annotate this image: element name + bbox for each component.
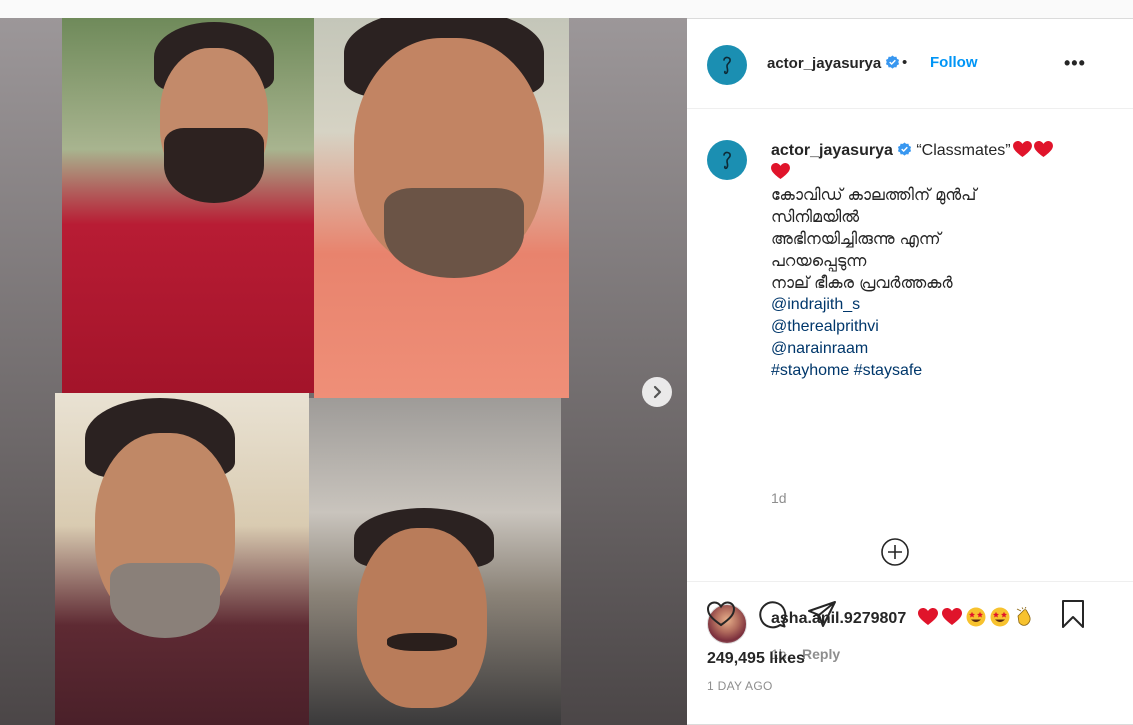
next-image-button[interactable] (642, 377, 672, 407)
caption-line: കോവിഡ് കാലത്തിന് മുൻപ് (771, 185, 977, 204)
video-call-tile-4 (309, 398, 561, 725)
profile-logo-icon (723, 56, 731, 75)
comments-section: actor_jayasurya “Classmates” കോവിഡ് കാലത… (687, 110, 1133, 662)
comment-icon[interactable] (756, 598, 788, 630)
profile-avatar[interactable] (707, 45, 747, 85)
red-heart-icon (771, 163, 790, 180)
likes-count[interactable]: 249,495 likes (707, 650, 805, 668)
caption-line: അഭിനയിച്ചിരുന്നു എന്ന് (771, 229, 941, 248)
post-side-panel: actor_jayasurya • Follow ••• actor_jayas… (687, 18, 1133, 725)
chevron-right-icon (653, 385, 662, 399)
video-call-tile-2 (314, 18, 569, 398)
video-call-tile-3 (55, 393, 309, 725)
post-author-username[interactable]: actor_jayasurya (767, 55, 900, 72)
post-header: actor_jayasurya • Follow ••• (687, 19, 1133, 109)
load-more-comments-icon[interactable] (880, 537, 910, 567)
caption-line: നാല് ഭീകര പ്രവർത്തകർ (771, 273, 953, 292)
mention-link[interactable]: @therealprithvi (771, 316, 1071, 338)
separator-dot: • (902, 54, 908, 71)
post-actions: 249,495 likes 1 DAY AGO (687, 581, 1133, 725)
caption-line: പറയപ്പെടുന്ന (771, 251, 867, 270)
share-icon[interactable] (806, 598, 838, 630)
username-text[interactable]: actor_jayasurya (767, 55, 881, 72)
mention-link[interactable]: @indrajith_s (771, 294, 1071, 316)
more-options-button[interactable]: ••• (1064, 53, 1086, 74)
post-media[interactable] (0, 18, 687, 725)
verified-badge-icon (886, 55, 900, 69)
profile-logo-icon (723, 151, 731, 170)
caption-timestamp[interactable]: 1d (771, 490, 787, 506)
verified-badge-icon (897, 142, 911, 156)
caption-quote: “Classmates” (916, 142, 1011, 159)
caption-line: സിനിമയിൽ (771, 207, 860, 226)
save-bookmark-icon[interactable] (1057, 598, 1089, 630)
caption-author-avatar[interactable] (707, 140, 747, 180)
red-heart-icon (1012, 141, 1032, 158)
video-call-tile-1 (62, 18, 314, 393)
hashtag-links[interactable]: #stayhome #staysafe (771, 360, 1071, 382)
like-heart-icon[interactable] (705, 598, 737, 630)
post-date[interactable]: 1 DAY AGO (707, 679, 773, 693)
mention-link[interactable]: @narainraam (771, 338, 1071, 360)
post-caption: actor_jayasurya “Classmates” കോവിഡ് കാലത… (771, 140, 1071, 382)
red-heart-icon (1033, 141, 1053, 158)
follow-button[interactable]: Follow (930, 54, 978, 71)
caption-username[interactable]: actor_jayasurya (771, 142, 893, 159)
